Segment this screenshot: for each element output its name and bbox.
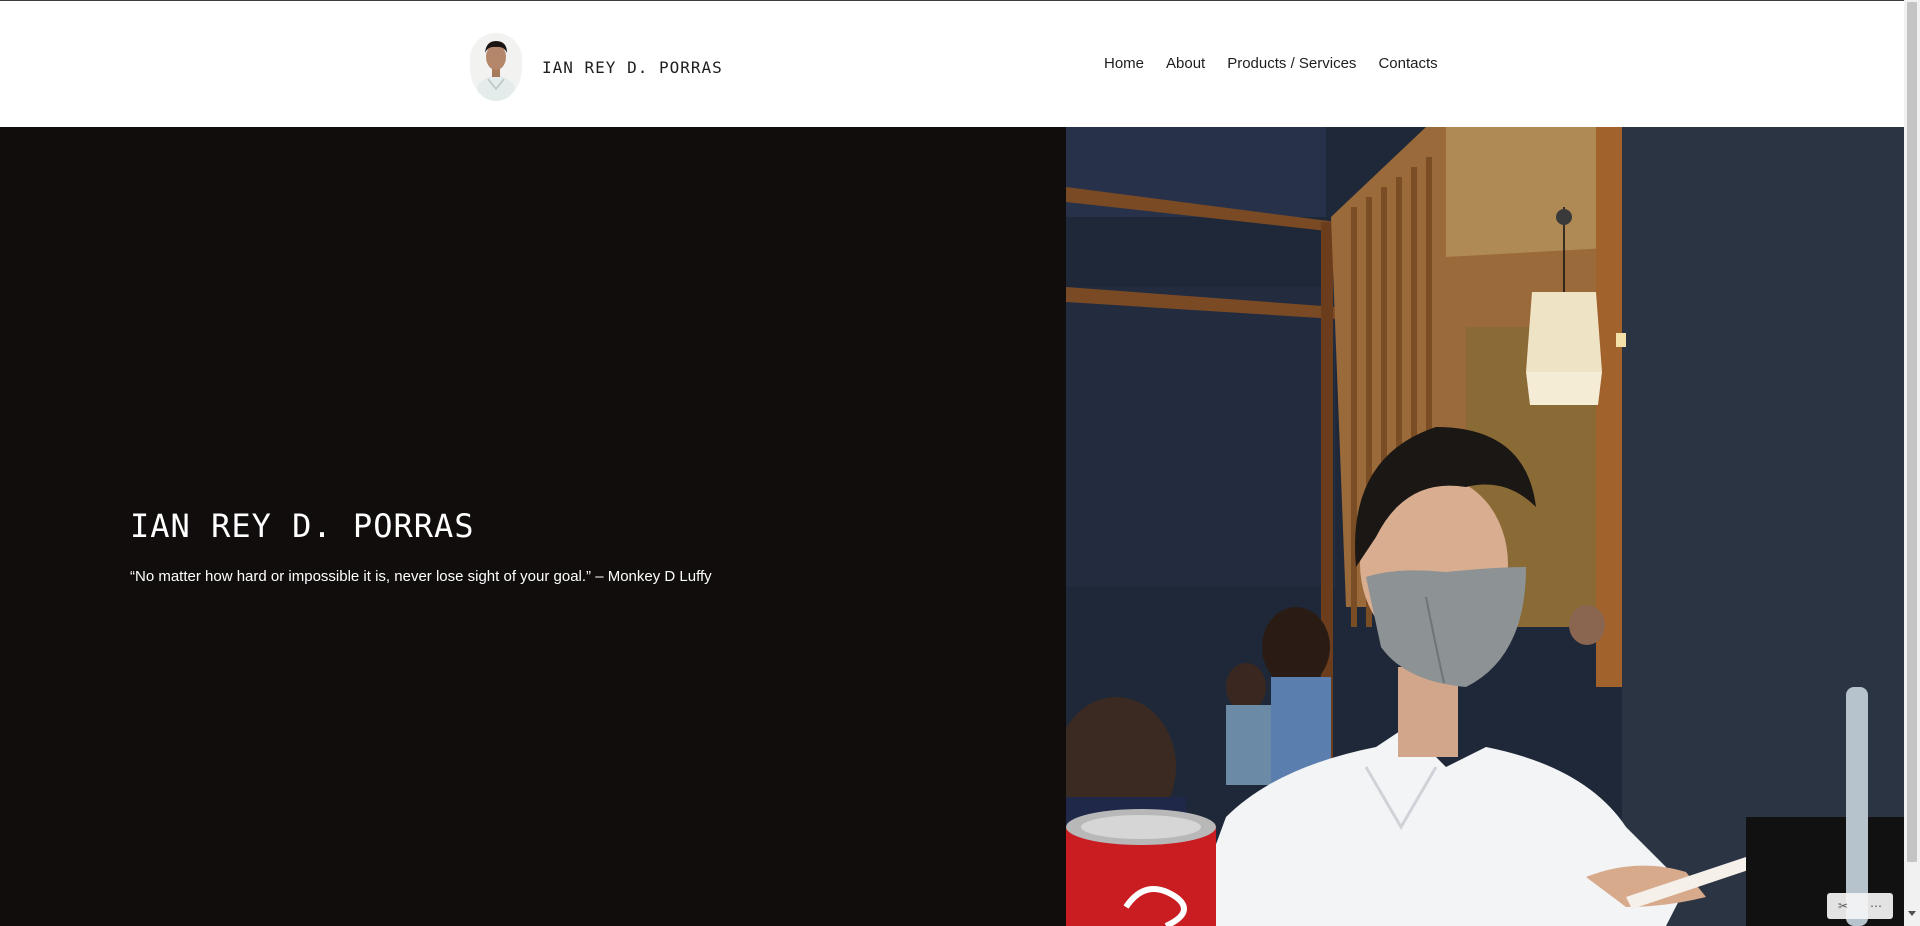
nav-home[interactable]: Home: [1104, 55, 1144, 72]
scroll-down-arrow-icon[interactable]: [1908, 911, 1916, 916]
brand[interactable]: IAN REY D. PORRAS: [470, 33, 723, 101]
nav-about[interactable]: About: [1166, 55, 1205, 72]
admin-toolbar-widget: ✂ ⋯: [1827, 893, 1893, 919]
nav-contacts[interactable]: Contacts: [1378, 55, 1437, 72]
nav-products-services[interactable]: Products / Services: [1227, 55, 1356, 72]
main-nav: Home About Products / Services Contacts: [1104, 55, 1460, 72]
scrollbar-thumb[interactable]: [1907, 2, 1917, 862]
site-header: IAN REY D. PORRAS Home About Products / …: [0, 1, 1904, 127]
site-title[interactable]: IAN REY D. PORRAS: [542, 58, 723, 77]
hero-title: IAN REY D. PORRAS: [130, 507, 475, 545]
hero-quote: “No matter how hard or impossible it is,…: [130, 568, 712, 585]
hero-text-panel: IAN REY D. PORRAS “No matter how hard or…: [0, 127, 1066, 926]
hero-photo: [1066, 127, 1904, 926]
site-logo-avatar[interactable]: [470, 33, 522, 101]
page-scrollbar[interactable]: [1904, 0, 1920, 926]
tools-icon[interactable]: ✂: [1838, 899, 1848, 913]
more-options-icon[interactable]: ⋯: [1870, 899, 1882, 913]
